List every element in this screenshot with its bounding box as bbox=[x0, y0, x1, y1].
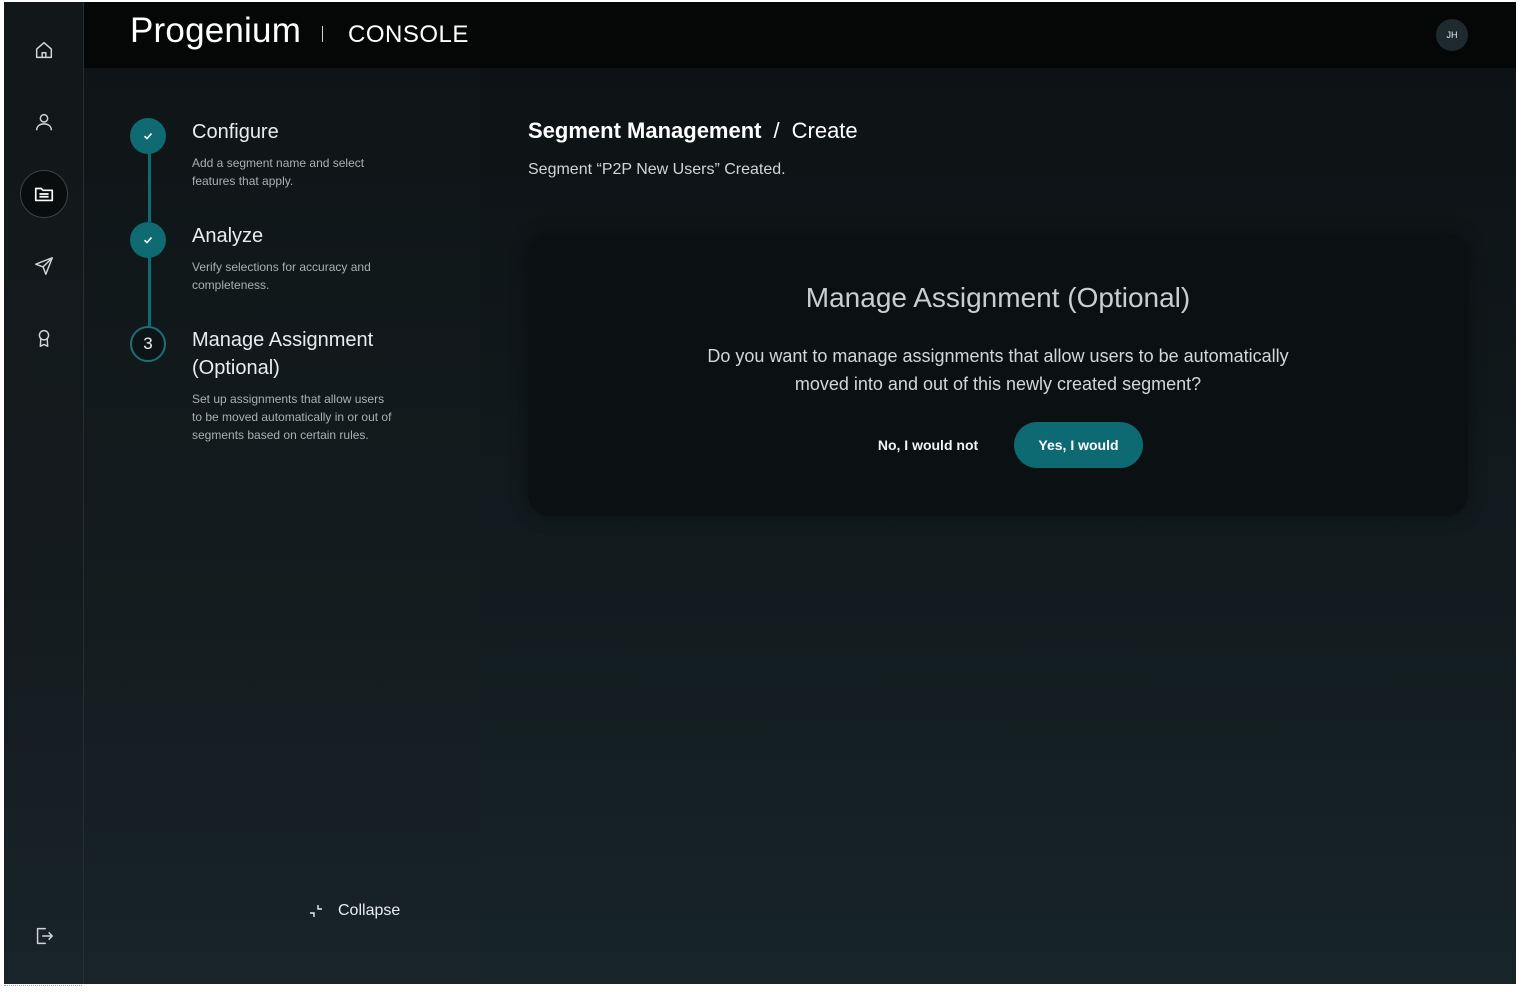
status-message: Segment “P2P New Users” Created. bbox=[528, 161, 786, 178]
stepper-panel: Configure Add a segment name and select … bbox=[84, 68, 480, 984]
decline-button[interactable]: No, I would not bbox=[864, 422, 992, 468]
avatar[interactable]: JH bbox=[1436, 19, 1468, 51]
breadcrumb-parent[interactable]: Segment Management bbox=[528, 118, 762, 143]
user-icon[interactable] bbox=[20, 98, 68, 146]
breadcrumb-separator: / bbox=[773, 118, 780, 143]
collapse-button[interactable]: Collapse bbox=[308, 902, 400, 920]
logout-icon[interactable] bbox=[20, 912, 68, 960]
step-title: Manage Assignment (Optional) bbox=[192, 329, 374, 379]
top-bar: Progenium CONSOLE JH bbox=[84, 2, 1516, 68]
step-description: Set up assignments that allow users to b… bbox=[192, 392, 392, 442]
collapse-label: Collapse bbox=[338, 902, 401, 919]
card-title: Manage Assignment (Optional) bbox=[805, 282, 1191, 313]
card-question: Do you want to manage assignments that a… bbox=[707, 346, 1289, 394]
main-content: Segment Management / Create Segment “P2P N… bbox=[480, 68, 1516, 984]
step-connector bbox=[148, 256, 151, 326]
brand-divider bbox=[322, 26, 323, 42]
check-icon bbox=[130, 118, 166, 154]
award-icon[interactable] bbox=[20, 314, 68, 362]
step-title: Analyze bbox=[192, 225, 264, 247]
breadcrumb-current: Create bbox=[791, 118, 858, 143]
dotted-divider bbox=[4, 985, 82, 986]
app-window: Progenium CONSOLE JH Configure Add a seg… bbox=[4, 2, 1516, 984]
home-icon[interactable] bbox=[20, 26, 68, 74]
step-description: Add a segment name and select features t… bbox=[192, 156, 365, 188]
folder-icon[interactable] bbox=[20, 170, 68, 218]
assignment-card: Manage Assignment (Optional) Do you want… bbox=[528, 234, 1468, 516]
send-icon[interactable] bbox=[20, 242, 68, 290]
accept-button[interactable]: Yes, I would bbox=[1014, 422, 1143, 468]
icon-rail bbox=[4, 2, 84, 984]
check-icon bbox=[130, 222, 166, 258]
step-connector bbox=[148, 152, 151, 222]
step-description: Verify selections for accuracy and compl… bbox=[192, 260, 371, 292]
step-title: Configure bbox=[192, 121, 279, 143]
collapse-icon bbox=[310, 905, 322, 917]
step-number: 3 bbox=[130, 326, 166, 362]
breadcrumb: Segment Management / Create bbox=[528, 118, 858, 144]
console-label: CONSOLE bbox=[348, 21, 469, 48]
brand-logo[interactable]: Progenium bbox=[130, 11, 301, 51]
